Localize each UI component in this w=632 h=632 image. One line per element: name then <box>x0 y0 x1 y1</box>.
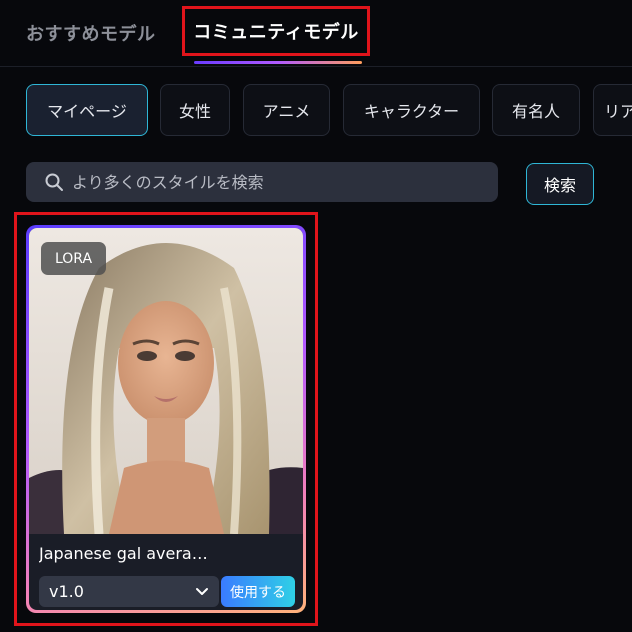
active-tab-indicator <box>194 61 362 64</box>
tab-recommended-models[interactable]: おすすめモデル <box>26 20 156 46</box>
chip-my-page[interactable]: マイページ <box>26 84 148 136</box>
use-model-button[interactable]: 使用する <box>221 576 295 607</box>
chip-real[interactable]: リア <box>593 84 632 136</box>
model-card-body: LORA Japanese gal avera… v1.0 使用する <box>29 228 303 610</box>
version-select-value: v1.0 <box>49 582 84 601</box>
chip-character[interactable]: キャラクター <box>343 84 480 136</box>
search-bar <box>26 162 498 202</box>
version-select[interactable]: v1.0 <box>39 576 219 607</box>
model-card[interactable]: LORA Japanese gal avera… v1.0 使用する <box>26 225 306 613</box>
chevron-down-icon <box>196 588 208 595</box>
search-input[interactable] <box>70 171 474 193</box>
chip-celebrity[interactable]: 有名人 <box>492 84 580 136</box>
chip-female[interactable]: 女性 <box>160 84 230 136</box>
tab-community-label: コミュニティモデル <box>193 22 359 43</box>
model-title: Japanese gal avera… <box>39 544 208 563</box>
search-icon <box>45 173 63 191</box>
search-button[interactable]: 検索 <box>526 163 594 205</box>
category-chip-row: マイページ 女性 アニメ キャラクター 有名人 リア <box>26 84 632 138</box>
tab-community-models[interactable]: コミュニティモデル <box>182 6 370 56</box>
model-type-badge: LORA <box>41 242 106 275</box>
chip-anime[interactable]: アニメ <box>243 84 330 136</box>
top-tab-bar: おすすめモデル コミュニティモデル <box>0 0 632 67</box>
